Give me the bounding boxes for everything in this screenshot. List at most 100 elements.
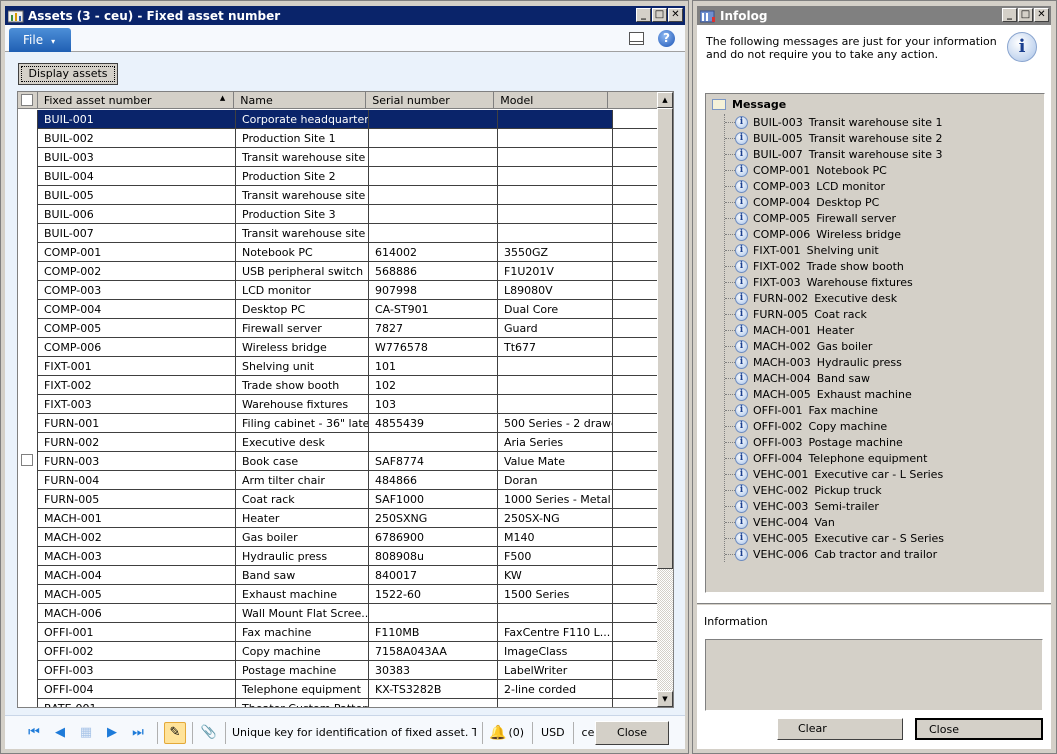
cell-model[interactable]: [498, 186, 613, 205]
help-icon[interactable]: ?: [658, 30, 675, 47]
cell-name[interactable]: Coat rack: [236, 490, 369, 509]
cell-serial-number[interactable]: 250SXNG: [369, 509, 498, 528]
message-item[interactable]: i OFFI-002 Copy machine: [725, 418, 944, 434]
cell-fixed-asset-number[interactable]: MACH-006: [38, 604, 236, 623]
row-marker[interactable]: [18, 129, 38, 148]
row-marker[interactable]: [18, 699, 38, 707]
cell-name[interactable]: USB peripheral switch: [236, 262, 369, 281]
cell-model[interactable]: Guard: [498, 319, 613, 338]
previous-record-icon[interactable]: ◀: [47, 725, 73, 740]
cell-model[interactable]: [498, 129, 613, 148]
grid-vertical-scrollbar[interactable]: ▲ ▼: [657, 92, 673, 707]
column-header-name[interactable]: Name: [234, 92, 367, 109]
cell-serial-number[interactable]: SAF1000: [369, 490, 498, 509]
table-row[interactable]: FURN-001Filing cabinet - 36" lateral4855…: [18, 414, 658, 433]
currency-indicator[interactable]: USD: [539, 726, 567, 739]
row-marker[interactable]: [18, 300, 38, 319]
message-item[interactable]: i BUIL-007 Transit warehouse site 3: [725, 146, 944, 162]
select-all-checkbox[interactable]: [21, 94, 33, 106]
maximize-button[interactable]: □: [1018, 8, 1033, 22]
cell-serial-number[interactable]: [369, 224, 498, 243]
row-marker[interactable]: [18, 243, 38, 262]
message-item[interactable]: i FURN-002 Executive desk: [725, 290, 944, 306]
message-item[interactable]: i MACH-002 Gas boiler: [725, 338, 944, 354]
cell-fixed-asset-number[interactable]: COMP-001: [38, 243, 236, 262]
message-item[interactable]: i BUIL-005 Transit warehouse site 2: [725, 130, 944, 146]
cell-model[interactable]: L89080V: [498, 281, 613, 300]
cell-fixed-asset-number[interactable]: MACH-002: [38, 528, 236, 547]
cell-model[interactable]: [498, 376, 613, 395]
table-row[interactable]: BUIL-005 Transit warehouse site 2: [18, 186, 658, 205]
cell-name[interactable]: Gas boiler: [236, 528, 369, 547]
file-menu-tab[interactable]: File ▾: [9, 28, 71, 52]
cell-model[interactable]: [498, 205, 613, 224]
clear-button[interactable]: Clear: [777, 718, 903, 740]
cell-name[interactable]: Firewall server: [236, 319, 369, 338]
row-marker[interactable]: [18, 585, 38, 604]
cell-name[interactable]: Arm tilter chair: [236, 471, 369, 490]
table-row[interactable]: OFFI-002 Copy machine 7158A043AA ImageClass: [18, 642, 658, 661]
cell-serial-number[interactable]: 840017: [369, 566, 498, 585]
table-row[interactable]: FURN-004 Arm tilter chair 484866 Doran: [18, 471, 658, 490]
row-marker[interactable]: [18, 319, 38, 338]
cell-name[interactable]: Notebook PC: [236, 243, 369, 262]
table-row[interactable]: OFFI-003 Postage machine 30383 LabelWriter: [18, 661, 658, 680]
cell-serial-number[interactable]: 102: [369, 376, 498, 395]
cell-fixed-asset-number[interactable]: BUIL-003: [38, 148, 236, 167]
assets-title-bar[interactable]: Assets (3 - ceu) - Fixed asset number _ …: [5, 6, 685, 25]
cell-fixed-asset-number[interactable]: MACH-001: [38, 509, 236, 528]
cell-name[interactable]: Wall Mount Flat Scree...: [236, 604, 369, 623]
cell-serial-number[interactable]: [369, 433, 498, 452]
cell-serial-number[interactable]: 1522-60: [369, 585, 498, 604]
row-marker[interactable]: [18, 186, 38, 205]
column-header-model[interactable]: Model: [494, 92, 609, 109]
cell-serial-number[interactable]: 568886: [369, 262, 498, 281]
cell-model[interactable]: KW: [498, 566, 613, 585]
message-item[interactable]: i VEHC-006 Cab tractor and trailor: [725, 546, 944, 562]
table-row[interactable]: FURN-002 Executive desk Aria Series: [18, 433, 658, 452]
row-marker[interactable]: [18, 471, 38, 490]
message-item[interactable]: i VEHC-003 Semi-trailer: [725, 498, 944, 514]
row-marker[interactable]: [18, 566, 38, 585]
table-row[interactable]: COMP-002 USB peripheral switch 568886 F1U20…: [18, 262, 658, 281]
cell-model[interactable]: [498, 110, 613, 129]
edit-mode-icon[interactable]: ✎: [164, 721, 186, 744]
cell-fixed-asset-number[interactable]: OFFI-003: [38, 661, 236, 680]
row-checkbox[interactable]: [21, 454, 33, 466]
cell-name[interactable]: Production Site 1: [236, 129, 369, 148]
message-item[interactable]: i COMP-006 Wireless bridge: [725, 226, 944, 242]
message-item[interactable]: i OFFI-003 Postage machine: [725, 434, 944, 450]
table-row[interactable]: FIXT-003 Warehouse fixtures 103: [18, 395, 658, 414]
message-item[interactable]: i BUIL-003 Transit warehouse site 1: [725, 114, 944, 130]
table-row[interactable]: OFFI-004 Telephone equipment KX-TS3282B 2-l…: [18, 680, 658, 699]
cell-serial-number[interactable]: 484866: [369, 471, 498, 490]
row-marker[interactable]: [18, 623, 38, 642]
message-item[interactable]: i COMP-004 Desktop PC: [725, 194, 944, 210]
cell-fixed-asset-number[interactable]: OFFI-001: [38, 623, 236, 642]
message-item[interactable]: i VEHC-004 Van: [725, 514, 944, 530]
message-item[interactable]: i MACH-003 Hydraulic press: [725, 354, 944, 370]
cell-model[interactable]: F500: [498, 547, 613, 566]
message-item[interactable]: i FURN-005 Coat rack: [725, 306, 944, 322]
cell-serial-number[interactable]: 7827: [369, 319, 498, 338]
message-item[interactable]: i FIXT-002 Trade show booth: [725, 258, 944, 274]
table-row[interactable]: BUIL-007 Transit warehouse site 3: [18, 224, 658, 243]
cell-model[interactable]: [498, 395, 613, 414]
table-row[interactable]: RATE-001Theater Custom Pattern: [18, 699, 658, 707]
cell-fixed-asset-number[interactable]: COMP-002: [38, 262, 236, 281]
table-row[interactable]: COMP-003 LCD monitor 907998 L89080V: [18, 281, 658, 300]
next-record-icon[interactable]: ▶: [99, 725, 125, 740]
cell-model[interactable]: FaxCentre F110 L...: [498, 623, 613, 642]
row-marker[interactable]: [18, 148, 38, 167]
cell-name[interactable]: Executive desk: [236, 433, 369, 452]
message-item[interactable]: i MACH-004 Band saw: [725, 370, 944, 386]
minimize-button[interactable]: _: [1002, 8, 1017, 22]
cell-fixed-asset-number[interactable]: COMP-004: [38, 300, 236, 319]
close-button[interactable]: Close: [595, 721, 669, 745]
message-item[interactable]: i VEHC-005 Executive car - S Series: [725, 530, 944, 546]
message-item[interactable]: i COMP-005 Firewall server: [725, 210, 944, 226]
row-marker[interactable]: [18, 262, 38, 281]
cell-serial-number[interactable]: 30383: [369, 661, 498, 680]
message-item[interactable]: i OFFI-004 Telephone equipment: [725, 450, 944, 466]
message-item[interactable]: i MACH-005 Exhaust machine: [725, 386, 944, 402]
